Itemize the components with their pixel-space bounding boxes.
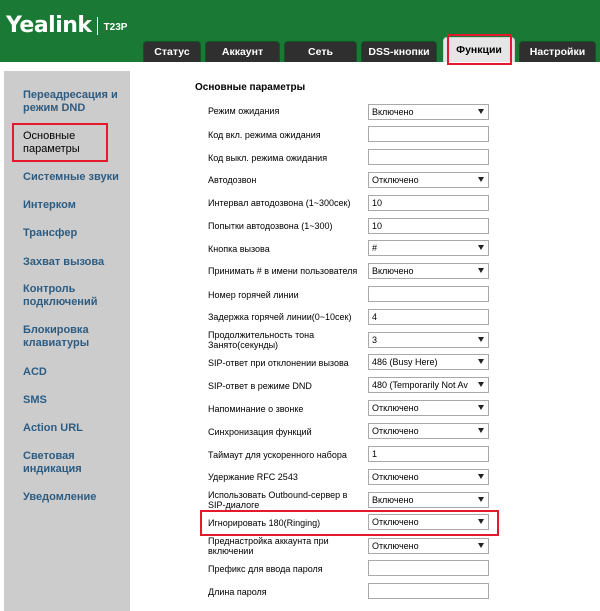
label-busy-tone-duration: Продолжительность тона Занято(секунды) [208,330,315,350]
call-key-select[interactable]: # [368,240,489,256]
standby-mode-select[interactable]: Включено [368,104,489,120]
label-account-preconfig: Преднастройка аккаунта при включении [208,536,329,556]
chevron-down-icon [478,519,484,524]
rfc2543-hold-value: Отключено [372,472,419,482]
label-call-key: Кнопка вызова [208,244,270,254]
sip-dnd-response-select[interactable]: 480 (Temporarily Not Av [368,377,489,393]
chevron-down-icon [478,382,484,387]
sidebar-item-general[interactable]: Основные параметры [23,130,93,156]
label-sip-reject-response: SIP-ответ при отклонении вызова [208,358,349,368]
feature-sync-value: Отключено [372,426,419,436]
label-standby-on-code: Код вкл. режима ожидания [208,130,321,140]
label-hotline-delay: Задержка горячей линии(0~10сек) [208,312,352,322]
tab-account[interactable]: Аккаунт [205,41,280,62]
chevron-down-icon [478,245,484,250]
password-length-input[interactable] [368,583,489,599]
sidebar-item-intercom[interactable]: Интерком [23,199,128,212]
sidebar-item-connection-control[interactable]: Контроль подключений [23,283,115,309]
call-reminder-value: Отключено [372,403,419,413]
chevron-down-icon [478,474,484,479]
sip-reject-response-value: 486 (Busy Here) [372,357,438,367]
label-standby-off-code: Код выкл. режима ожидания [208,153,328,163]
standby-off-code-input[interactable] [368,149,489,165]
sip-dnd-response-value: 480 (Temporarily Not Av [372,380,468,390]
chevron-down-icon [478,177,484,182]
tab-settings[interactable]: Настройки [519,41,596,62]
hotline-number-input[interactable] [368,286,489,302]
rfc2543-hold-select[interactable]: Отключено [368,469,489,485]
feature-sync-select[interactable]: Отключено [368,423,489,439]
redial-interval-input[interactable]: 10 [368,195,489,211]
label-password-prefix: Префикс для ввода пароля [208,564,323,574]
label-standby-mode: Режим ожидания [208,106,280,116]
outbound-server-select[interactable]: Включено [368,492,489,508]
auto-redial-value: Отключено [372,175,419,185]
chevron-down-icon [478,359,484,364]
sidebar-item-transfer[interactable]: Трансфер [23,227,128,240]
label-rfc2543-hold: Удержание RFC 2543 [208,472,298,482]
label-redial-attempts: Попытки автодозвона (1~300) [208,221,333,231]
busy-tone-duration-select[interactable]: 3 [368,332,489,348]
label-call-reminder: Напоминание о звонке [208,404,304,414]
call-key-value: # [372,243,378,253]
label-feature-sync: Синхронизация функций [208,427,312,437]
ignore-180-ringing-value: Отключено [372,517,419,527]
chevron-down-icon [478,109,484,114]
label-password-length: Длина пароля [208,587,267,597]
sidebar-item-led[interactable]: Световая индикация [23,450,103,476]
standby-mode-value: Включено [372,107,414,117]
account-preconfig-select[interactable]: Отключено [368,538,489,554]
sidebar-item-keypad-lock[interactable]: Блокировка клавиатуры [23,324,103,350]
label-speed-dial-timeout: Таймаут для ускоренного набора [208,450,347,460]
redial-attempts-input[interactable]: 10 [368,218,489,234]
label-hotline-number: Номер горячей линии [208,290,299,300]
sidebar: Переадресация и режим DND Основные парам… [4,71,130,611]
standby-on-code-input[interactable] [368,126,489,142]
header: Yealink T23P Статус Аккаунт Сеть DSS-кно… [0,0,600,62]
label-ignore-180-ringing: Игнорировать 180(Ringing) [208,518,321,528]
sidebar-item-forward-dnd[interactable]: Переадресация и режим DND [23,89,128,115]
label-redial-interval: Интервал автодозвона (1~300сек) [208,198,351,208]
tab-dss-keys[interactable]: DSS-кнопки [361,41,437,62]
sip-reject-response-select[interactable]: 486 (Busy Here) [368,354,489,370]
section-title: Основные параметры [195,82,306,93]
logo-separator [96,17,98,35]
brand-logo: Yealink T23P [6,14,127,38]
brand-model: T23P [103,22,128,33]
label-auto-redial: Автодозвон [208,175,257,185]
sidebar-item-acd[interactable]: ACD [23,366,128,379]
account-preconfig-value: Отключено [372,541,419,551]
outbound-server-value: Включено [372,495,414,505]
password-prefix-input[interactable] [368,560,489,576]
hotline-delay-input[interactable]: 4 [368,309,489,325]
sidebar-item-system-tones[interactable]: Системные звуки [23,171,128,184]
label-accept-hash: Принимать # в имени пользователя [208,266,358,276]
tab-features[interactable]: Функции [443,37,515,62]
label-outbound-server: Использовать Outbound-сервер в SIP-диало… [208,490,348,510]
busy-tone-duration-value: 3 [372,335,378,345]
brand-name: Yealink [6,13,92,38]
chevron-down-icon [478,337,484,342]
sidebar-item-notification[interactable]: Уведомление [23,491,128,504]
chevron-down-icon [478,543,484,548]
accept-hash-value: Включено [372,266,414,276]
call-reminder-select[interactable]: Отключено [368,400,489,416]
tab-network[interactable]: Сеть [284,41,357,62]
chevron-down-icon [478,405,484,410]
ignore-180-ringing-select[interactable]: Отключено [368,514,489,530]
chevron-down-icon [478,428,484,433]
chevron-down-icon [478,497,484,502]
label-sip-dnd-response: SIP-ответ в режиме DND [208,381,312,391]
sidebar-item-call-pickup[interactable]: Захват вызова [23,256,128,269]
chevron-down-icon [478,268,484,273]
sidebar-item-sms[interactable]: SMS [23,394,128,407]
accept-hash-select[interactable]: Включено [368,263,489,279]
speed-dial-timeout-input[interactable]: 1 [368,446,489,462]
tab-status[interactable]: Статус [143,41,201,62]
auto-redial-select[interactable]: Отключено [368,172,489,188]
sidebar-item-action-url[interactable]: Action URL [23,422,128,435]
main-content: Основные параметры Режим ожидания Включе… [130,71,600,611]
